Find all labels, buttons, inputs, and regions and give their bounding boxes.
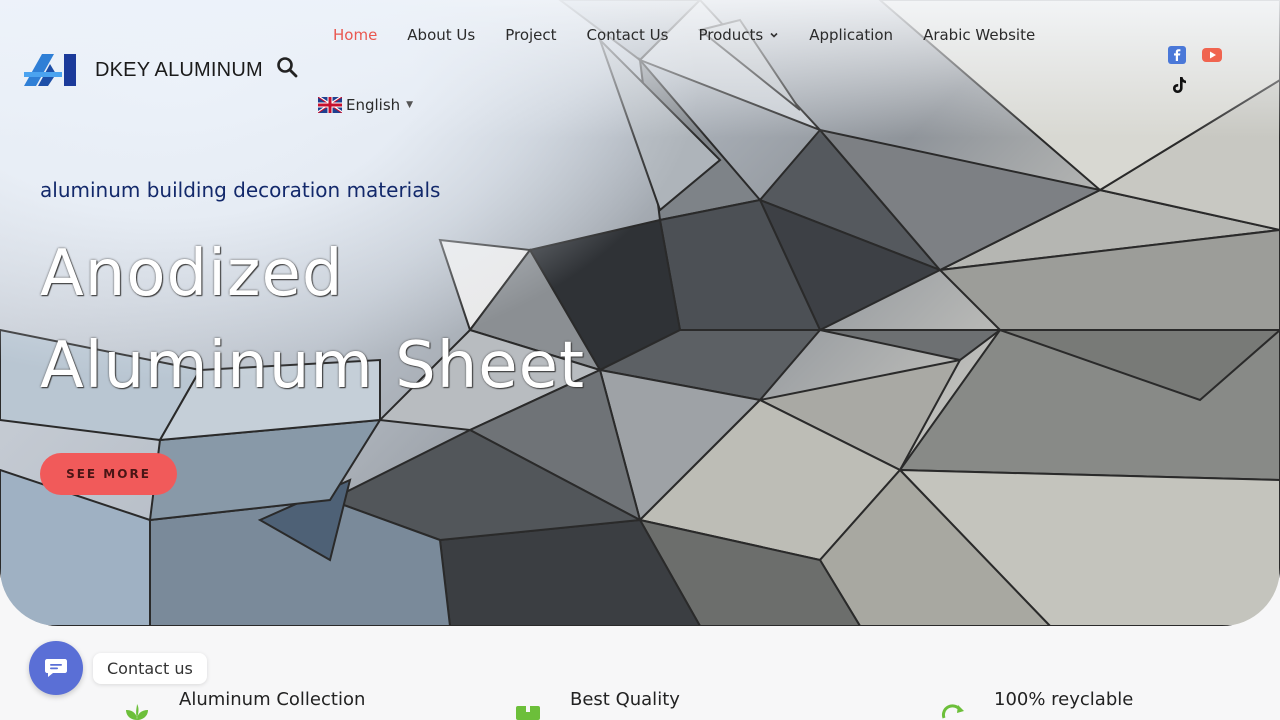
- hero-headline: Anodized Aluminum Sheet: [40, 228, 585, 412]
- facebook-icon[interactable]: [1168, 46, 1186, 64]
- brand-logo[interactable]: DKEY ALUMINUM: [24, 54, 263, 86]
- nav-home[interactable]: Home: [318, 24, 392, 46]
- caret-down-icon: ▼: [406, 100, 414, 110]
- contact-us-label[interactable]: Contact us: [93, 653, 207, 684]
- search-icon[interactable]: [275, 55, 299, 79]
- youtube-icon[interactable]: [1202, 46, 1222, 64]
- see-more-button[interactable]: SEE MORE: [40, 453, 177, 495]
- feature-title: Best Quality: [570, 689, 680, 710]
- chevron-down-icon: [770, 32, 778, 38]
- nav-about-us[interactable]: About Us: [392, 24, 490, 46]
- hero-headline-line-2: Aluminum Sheet: [40, 329, 586, 403]
- leaf-icon: [126, 704, 148, 720]
- chat-button[interactable]: [29, 641, 83, 695]
- brand-name: DKEY ALUMINUM: [95, 58, 263, 81]
- hero-headline-line-1: Anodized: [40, 237, 344, 311]
- language-label: English: [346, 96, 401, 114]
- hero-eyebrow: aluminum building decoration materials: [40, 178, 441, 202]
- nav-products[interactable]: Products: [683, 24, 794, 46]
- nav-application[interactable]: Application: [794, 24, 908, 46]
- nav-products-label: Products: [698, 26, 764, 44]
- recycle-icon: [941, 704, 964, 719]
- main-nav: Home About Us Project Contact Us Product…: [318, 24, 1050, 46]
- nav-contact-us[interactable]: Contact Us: [572, 24, 684, 46]
- nav-arabic-website[interactable]: Arabic Website: [908, 24, 1050, 46]
- feature-title: 100% reyclable: [994, 689, 1134, 710]
- nav-project[interactable]: Project: [490, 24, 571, 46]
- feature-recyclable: 100% reyclable: [994, 689, 1133, 710]
- feature-aluminum-collection: Aluminum Collection: [179, 689, 365, 710]
- feature-best-quality: Best Quality: [570, 689, 680, 710]
- logo-mark: [24, 54, 76, 86]
- feature-title: Aluminum Collection: [179, 689, 366, 710]
- language-selector[interactable]: English ▼: [318, 96, 413, 114]
- uk-flag-icon: [318, 97, 342, 113]
- chat-icon: [45, 659, 67, 677]
- box-icon: [516, 706, 540, 720]
- tiktok-icon[interactable]: [1169, 75, 1189, 95]
